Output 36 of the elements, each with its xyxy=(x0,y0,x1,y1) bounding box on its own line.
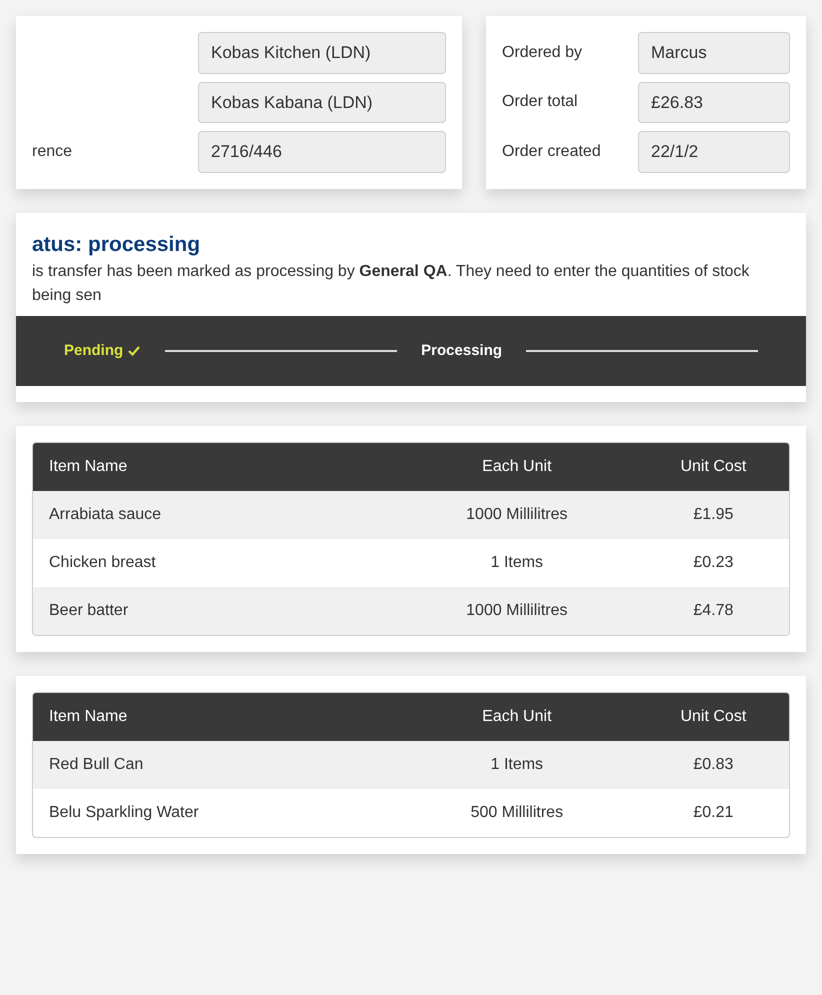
table-cell-text: Belu Sparkling Water xyxy=(48,803,200,823)
check-icon xyxy=(127,344,142,358)
column-header: Each Unit xyxy=(481,457,553,477)
table-cell-text: Chicken breast xyxy=(48,553,157,573)
field-label: rence xyxy=(32,142,72,160)
input-field[interactable]: Kobas Kitchen (LDN) xyxy=(198,32,446,74)
table-cell-text: 1000 Millilitres xyxy=(465,505,569,525)
column-header: Unit Cost xyxy=(679,457,748,477)
table-cell-text: £4.78 xyxy=(692,601,734,621)
column-header: Each Unit xyxy=(481,707,553,727)
table-cell-text: £1.95 xyxy=(692,505,734,525)
table-cell-text: 1 Items xyxy=(490,553,544,573)
progress-step: Pending xyxy=(64,340,142,362)
status-heading: atus: processing xyxy=(31,232,202,258)
column-header: Unit Cost xyxy=(679,707,748,727)
status-message: is transfer has been marked as processing by General QA. They need to enter the quantities of stock being sen xyxy=(31,262,750,306)
input-field[interactable]: Marcus xyxy=(638,32,790,74)
table-cell-text: Beer batter xyxy=(48,601,130,621)
field-label: Order created xyxy=(502,142,601,160)
input-field[interactable]: Kobas Kabana (LDN) xyxy=(198,82,446,123)
input-field[interactable]: £26.83 xyxy=(638,82,790,123)
column-header: Item Name xyxy=(48,457,128,477)
table-cell-text: 1000 Millilitres xyxy=(465,601,569,621)
column-header: Item Name xyxy=(48,707,128,727)
table-cell-text: 500 Millilitres xyxy=(470,803,564,823)
input-field[interactable]: 2716/446 xyxy=(198,131,446,172)
input-field[interactable]: 22/1/2 xyxy=(638,131,790,172)
table-cell-text: Red Bull Can xyxy=(48,755,144,775)
table-cell-text: Arrabiata sauce xyxy=(48,505,162,525)
field-label: Ordered by xyxy=(502,44,582,61)
table-cell-text: £0.23 xyxy=(692,553,734,573)
field-label: Order total xyxy=(502,93,578,110)
table-cell-text: 1 Items xyxy=(490,755,544,775)
progress-step: Processing xyxy=(421,340,502,362)
table-cell-text: £0.83 xyxy=(692,755,734,775)
table-cell-text: £0.21 xyxy=(692,803,734,823)
